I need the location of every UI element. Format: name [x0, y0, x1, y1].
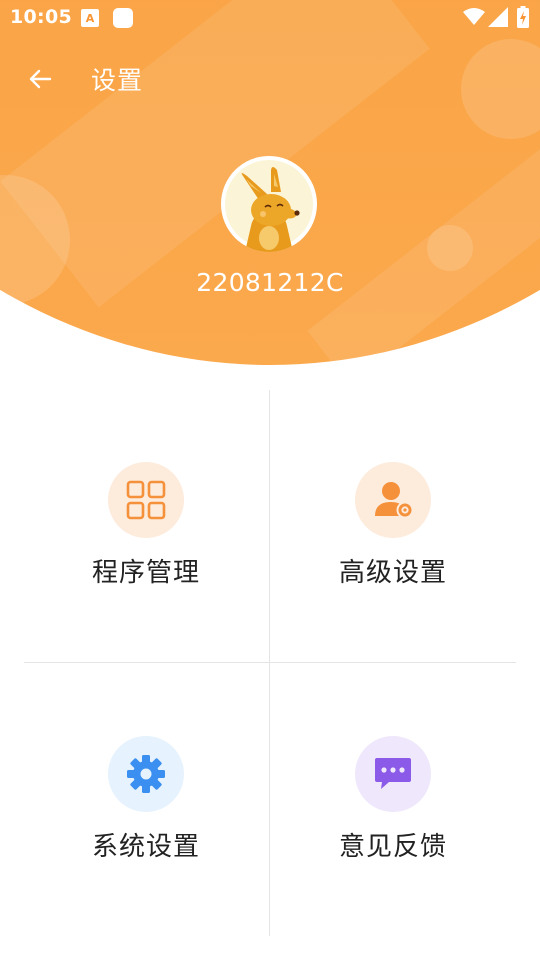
feedback-button[interactable]: 意见反馈 — [271, 666, 515, 936]
notification-icon — [113, 8, 133, 32]
page-title: 设置 — [91, 66, 144, 95]
chat-bubble-icon — [375, 758, 411, 789]
feedback-label: 意见反馈 — [338, 832, 447, 862]
advanced-settings-button[interactable]: 高级设置 — [271, 392, 515, 662]
signal-icon — [488, 7, 508, 31]
status-bar: 10:05 A — [0, 0, 540, 36]
wifi-icon — [463, 8, 485, 30]
arrow-left-icon — [29, 69, 52, 89]
a-keyboard-icon: A — [81, 9, 99, 31]
advanced-settings-icon-bg — [355, 462, 431, 538]
avatar[interactable] — [221, 156, 317, 252]
grid-apps-icon — [126, 480, 166, 520]
system-settings-button[interactable]: 系统设置 — [24, 666, 268, 936]
grid-divider-horizontal — [24, 662, 516, 663]
settings-page: 10:05 A 设置 22081212C 程序管理 高级设置 系统设置 意见反馈 — [0, 0, 540, 960]
profile-header: 10:05 A 设置 22081212C — [0, 0, 540, 372]
program-management-button[interactable]: 程序管理 — [24, 392, 268, 662]
gear-icon — [127, 755, 165, 793]
program-management-label: 程序管理 — [91, 558, 200, 588]
username: 22081212C — [196, 268, 344, 297]
system-settings-icon-bg — [108, 736, 184, 812]
kangaroo-avatar — [225, 160, 313, 252]
system-settings-label: 系统设置 — [91, 832, 200, 862]
user-gear-icon — [375, 482, 414, 519]
svg-text:A: A — [86, 12, 95, 25]
battery-charging-icon — [517, 6, 529, 32]
program-management-icon-bg — [108, 462, 184, 538]
advanced-settings-label: 高级设置 — [338, 558, 447, 588]
status-time: 10:05 — [10, 6, 72, 28]
feedback-icon-bg — [355, 736, 431, 812]
grid-divider-vertical — [269, 390, 270, 936]
back-button[interactable] — [22, 60, 62, 98]
